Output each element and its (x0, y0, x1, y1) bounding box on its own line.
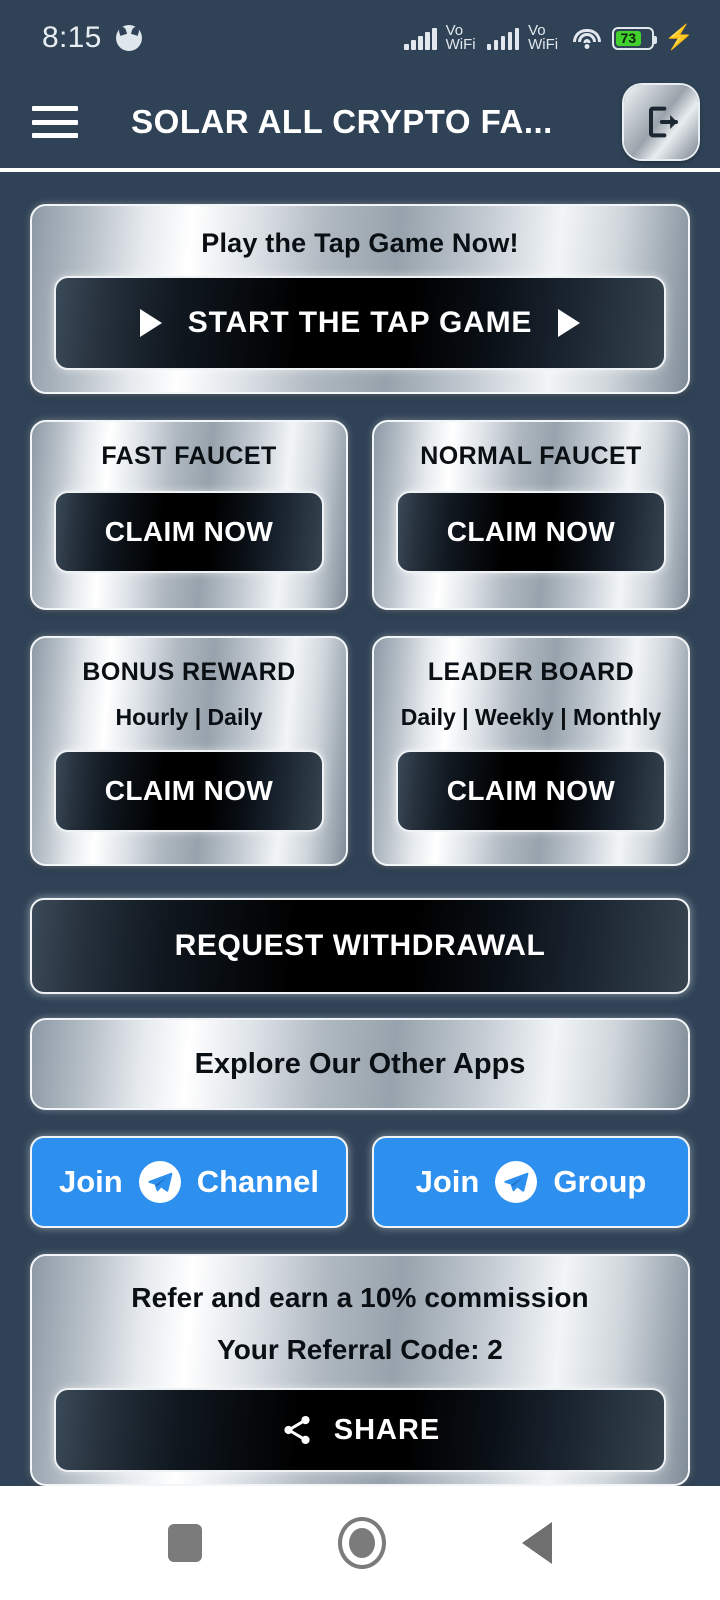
fast-faucet-card: FAST FAUCET CLAIM NOW (30, 420, 348, 610)
battery-level-label: 73 (616, 30, 641, 46)
vowifi2-line2: WiFi (528, 36, 559, 53)
vowifi-label-1: Vo WiFi (445, 23, 476, 53)
tap-game-card: Play the Tap Game Now! START THE TAP GAM… (30, 204, 690, 394)
tap-game-title: Play the Tap Game Now! (201, 228, 519, 258)
start-tap-game-button[interactable]: START THE TAP GAME (54, 276, 666, 370)
leader-board-title: LEADER BOARD (427, 658, 635, 686)
signal-bars-icon-1 (404, 26, 437, 50)
bonus-reward-card: BONUS REWARD Hourly | Daily CLAIM NOW (30, 636, 348, 866)
bonus-reward-claim-button[interactable]: CLAIM NOW (54, 750, 324, 832)
faucet-row: FAST FAUCET CLAIM NOW NORMAL FAUCET CLAI… (30, 420, 690, 610)
request-withdrawal-button[interactable]: REQUEST WITHDRAWAL (30, 898, 690, 994)
logout-button[interactable] (624, 85, 698, 159)
share-button[interactable]: SHARE (54, 1388, 666, 1472)
leader-board-claim-button[interactable]: CLAIM NOW (396, 750, 666, 832)
join-telegram-group-button[interactable]: Join Group (372, 1136, 690, 1228)
main-content: Play the Tap Game Now! START THE TAP GAM… (0, 176, 720, 1486)
page-title: SOLAR ALL CRYPTO FA... (131, 103, 553, 140)
join-group-suffix: Group (553, 1164, 647, 1199)
join-telegram-channel-button[interactable]: Join Channel (30, 1136, 348, 1228)
play-triangle-right-icon (558, 309, 581, 337)
normal-faucet-claim-button[interactable]: CLAIM NOW (396, 491, 666, 573)
back-triangle-icon[interactable] (522, 1522, 552, 1564)
normal-faucet-claim-label: CLAIM NOW (446, 516, 616, 547)
play-triangle-left-icon (139, 309, 162, 337)
request-withdrawal-label: REQUEST WITHDRAWAL (174, 929, 546, 962)
telegram-icon (138, 1161, 181, 1203)
status-time: 8:15 (42, 21, 102, 54)
cat-face-icon (115, 25, 142, 51)
telegram-icon (495, 1161, 538, 1203)
status-bar-right: Vo WiFi Vo WiFi 73 ⚡ (404, 23, 694, 53)
leader-board-card: LEADER BOARD Daily | Weekly | Monthly CL… (372, 636, 690, 866)
bonus-reward-subtitle: Hourly | Daily (115, 704, 263, 730)
app-bar: SOLAR ALL CRYPTO FA... (0, 76, 720, 172)
bonus-reward-title: BONUS REWARD (82, 658, 296, 686)
wifi-icon (572, 26, 602, 50)
share-label: SHARE (333, 1413, 441, 1446)
vowifi-label-2: Vo WiFi (528, 23, 559, 53)
explore-other-apps-label: Explore Our Other Apps (194, 1047, 526, 1080)
charging-bolt-icon: ⚡ (664, 24, 694, 51)
telegram-row: Join Channel Join Group (30, 1136, 690, 1228)
vowifi-line2: WiFi (445, 36, 476, 53)
referral-commission-text: Refer and earn a 10% commission (131, 1282, 589, 1313)
home-circle-icon[interactable] (338, 1517, 386, 1569)
battery-icon: 73 (612, 26, 658, 50)
status-bar-left: 8:15 (42, 21, 142, 55)
normal-faucet-title: NORMAL FAUCET (420, 442, 642, 470)
join-channel-suffix: Channel (196, 1164, 320, 1199)
android-nav-bar (0, 1486, 720, 1600)
referral-code-text: Your Referral Code: 2 (217, 1334, 503, 1365)
leader-board-claim-label: CLAIM NOW (446, 775, 616, 806)
fast-faucet-title: FAST FAUCET (101, 442, 277, 470)
signal-bars-icon-2 (486, 26, 520, 50)
bonus-row: BONUS REWARD Hourly | Daily CLAIM NOW LE… (30, 636, 690, 866)
referral-card: Refer and earn a 10% commission Your Ref… (30, 1254, 690, 1486)
bonus-reward-claim-label: CLAIM NOW (104, 775, 274, 806)
fast-faucet-claim-button[interactable]: CLAIM NOW (54, 491, 324, 573)
join-channel-prefix: Join (58, 1164, 123, 1199)
leader-board-subtitle: Daily | Weekly | Monthly (400, 704, 662, 730)
explore-other-apps-button[interactable]: Explore Our Other Apps (30, 1018, 690, 1110)
hamburger-menu-icon[interactable] (30, 102, 80, 142)
status-bar: 8:15 Vo WiFi Vo WiFi 73 ⚡ (0, 0, 720, 76)
fast-faucet-claim-label: CLAIM NOW (104, 516, 274, 547)
logout-icon (649, 106, 678, 138)
share-icon (284, 1415, 310, 1445)
recents-square-icon[interactable] (168, 1524, 202, 1562)
normal-faucet-card: NORMAL FAUCET CLAIM NOW (372, 420, 690, 610)
start-tap-game-label: START THE TAP GAME (187, 306, 533, 339)
join-group-prefix: Join (415, 1164, 480, 1199)
